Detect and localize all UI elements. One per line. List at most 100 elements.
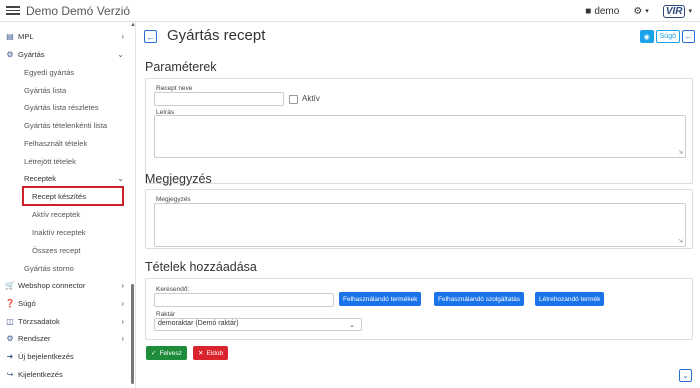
- sidebar-item-label: Új bejelentkezés: [18, 351, 74, 361]
- used-services-button[interactable]: Felhasználandó szolgáltatás: [434, 292, 525, 306]
- sidebar-item-label: MPL: [18, 31, 34, 41]
- user-name: demo: [594, 5, 620, 17]
- warehouse-select[interactable]: demoraktar (Demó raktár) ⌄: [154, 318, 362, 331]
- sidebar-item-label: Receptek: [24, 173, 57, 183]
- sidebar-item-inaktiv-receptek[interactable]: Inaktív receptek: [32, 224, 86, 240]
- comment-panel: Megjegyzés ⇲: [145, 189, 693, 249]
- eye-button[interactable]: ◉: [639, 30, 654, 43]
- chevron-down-icon: ⌄: [682, 371, 689, 380]
- used-products-button[interactable]: Felhasználandó termékek: [339, 292, 422, 306]
- logout-icon: ↪: [6, 369, 14, 379]
- sidebar-item-receptek[interactable]: Receptek ⌄: [19, 170, 130, 186]
- comment-textarea[interactable]: ⇲: [154, 203, 686, 247]
- section-title-params: Paraméterek: [145, 60, 217, 74]
- settings-menu[interactable]: ⚙ ▾: [633, 6, 648, 17]
- chevron-down-icon: ⌄: [117, 49, 124, 59]
- sidebar-item-felhasznalt-tetelek[interactable]: Felhasznált tételek: [24, 135, 87, 151]
- created-product-button[interactable]: Létrehozandó termék: [535, 292, 605, 306]
- database-icon: ◫: [6, 316, 14, 326]
- user-menu[interactable]: ■ demo: [585, 6, 619, 17]
- chevron-down-icon: ⌄: [117, 173, 124, 183]
- resize-handle-icon[interactable]: ⇲: [678, 149, 683, 156]
- question-icon: ❓: [5, 298, 15, 308]
- cogs-icon: ⚙: [6, 49, 14, 59]
- chevron-right-icon: ›: [121, 31, 124, 41]
- app-title: Demo Demó Verzió: [26, 3, 131, 18]
- chevron-down-icon: ▾: [688, 8, 692, 15]
- eye-icon: ◉: [643, 33, 650, 41]
- back-button-right[interactable]: ←: [682, 30, 695, 43]
- cart-icon: 🛒: [5, 280, 15, 290]
- chevron-down-icon: ⌄: [349, 322, 355, 329]
- sidebar-item-gyartas-lista[interactable]: Gyártás lista: [24, 82, 66, 98]
- sidebar-item-osszes-recept[interactable]: Összes recept: [32, 242, 81, 258]
- sidebar-item-label: Kijelentkezés: [18, 369, 63, 379]
- chevron-right-icon: ›: [121, 316, 124, 326]
- save-button[interactable]: ✓ Felvesz: [146, 346, 187, 360]
- search-label: Keresendő:: [156, 286, 190, 293]
- chevron-down-icon: ▾: [645, 8, 649, 15]
- sidebar-item-letrejott-tetelek[interactable]: Létrejött tételek: [24, 153, 76, 169]
- chart-icon: ▤: [6, 31, 14, 41]
- sidebar-item-uj-bejelentkezes[interactable]: ➜ Új bejelentkezés: [0, 348, 130, 364]
- sidebar-item-label: Gyártás: [18, 49, 45, 59]
- sidebar-item-gyartas[interactable]: ⚙ Gyártás ⌄: [0, 46, 130, 62]
- chevron-right-icon: ›: [121, 333, 124, 343]
- header-actions: ◉ Súgó ←: [639, 30, 695, 43]
- page-title: Gyártás recept: [167, 27, 266, 44]
- close-icon: ✕: [198, 350, 204, 357]
- sidebar-item-egyedi-gyartas[interactable]: Egyedi gyártás: [24, 64, 74, 80]
- items-panel: Keresendő: Felhasználandó termékek Felha…: [145, 278, 693, 340]
- sidebar-item-sugo[interactable]: ❓ Súgó ›: [0, 295, 130, 311]
- sidebar-scrollbar[interactable]: [131, 284, 134, 384]
- scroll-down-button[interactable]: ⌄: [679, 369, 692, 382]
- sidebar-item-label: Súgó: [18, 298, 36, 308]
- search-input[interactable]: [154, 293, 334, 307]
- back-button[interactable]: ←: [144, 30, 157, 43]
- sidebar-item-gyartas-lista-reszletes[interactable]: Gyártás lista részletes: [24, 99, 99, 115]
- sidebar-item-gyartas-storno[interactable]: Gyártás storno: [24, 260, 74, 276]
- sidebar-item-label: Webshop connector: [18, 280, 86, 290]
- recipe-name-label: Recept neve: [156, 85, 193, 92]
- hamburger-icon[interactable]: [6, 6, 20, 15]
- save-label: Felvesz: [159, 349, 182, 357]
- warehouse-label: Raktár: [156, 311, 176, 318]
- section-title-items: Tételek hozzáadása: [145, 260, 257, 274]
- sidebar-item-aktiv-receptek[interactable]: Aktív receptek: [32, 206, 80, 222]
- cogs-icon: ⚙: [6, 333, 14, 343]
- arrow-left-icon: ←: [684, 32, 693, 41]
- top-right-menu: ■ demo ⚙ ▾ VIR ▾: [585, 0, 692, 22]
- cancel-button[interactable]: ✕ Eldob: [193, 346, 229, 360]
- description-textarea[interactable]: ⇲: [154, 115, 686, 158]
- check-icon: ✓: [151, 350, 157, 357]
- arrow-left-icon: ←: [146, 31, 155, 42]
- chevron-right-icon: ›: [121, 298, 124, 308]
- gear-icon: ⚙: [633, 5, 643, 17]
- help-button[interactable]: Súgó: [655, 30, 680, 43]
- sidebar-item-webshop-connector[interactable]: 🛒 Webshop connector ›: [0, 277, 130, 293]
- user-icon: ■: [585, 5, 592, 17]
- sidebar-item-mpl[interactable]: ▤ MPL ›: [0, 28, 130, 44]
- sidebar-item-kijelentkezes[interactable]: ↪ Kijelentkezés: [0, 366, 130, 382]
- scroll-up-icon[interactable]: ▲: [130, 22, 136, 28]
- highlight-box: [22, 186, 124, 206]
- login-icon: ➜: [6, 351, 14, 361]
- recipe-name-input[interactable]: [154, 92, 284, 106]
- params-panel: Recept neve Aktív Leírás ⇲: [145, 78, 693, 184]
- cancel-label: Eldob: [206, 349, 224, 357]
- warehouse-value: demoraktar (Demó raktár): [158, 320, 239, 327]
- resize-handle-icon[interactable]: ⇲: [678, 238, 683, 245]
- sidebar-item-rendszer[interactable]: ⚙ Rendszer ›: [0, 330, 130, 346]
- sidebar-item-label: Törzsadatok: [18, 316, 60, 326]
- chevron-right-icon: ›: [121, 280, 124, 290]
- active-label: Aktív: [302, 94, 320, 103]
- comment-label: Megjegyzés: [156, 196, 191, 203]
- sidebar-item-label: Rendszer: [18, 333, 51, 343]
- main-content: ← Gyártás recept ◉ Súgó ← Paraméterek Re…: [137, 22, 700, 388]
- active-checkbox[interactable]: [289, 95, 298, 104]
- logo-menu[interactable]: VIR ▾: [662, 4, 692, 18]
- top-bar: Demo Demó Verzió ■ demo ⚙ ▾ VIR ▾: [0, 0, 700, 22]
- sidebar-item-torzsadatok[interactable]: ◫ Törzsadatok ›: [0, 313, 130, 329]
- sidebar: ▤ MPL › ⚙ Gyártás ⌄ Egyedi gyártás Gyárt…: [0, 22, 136, 388]
- sidebar-item-gyartas-tetelenkenti-lista[interactable]: Gyártás tételenkénti lista: [24, 117, 107, 133]
